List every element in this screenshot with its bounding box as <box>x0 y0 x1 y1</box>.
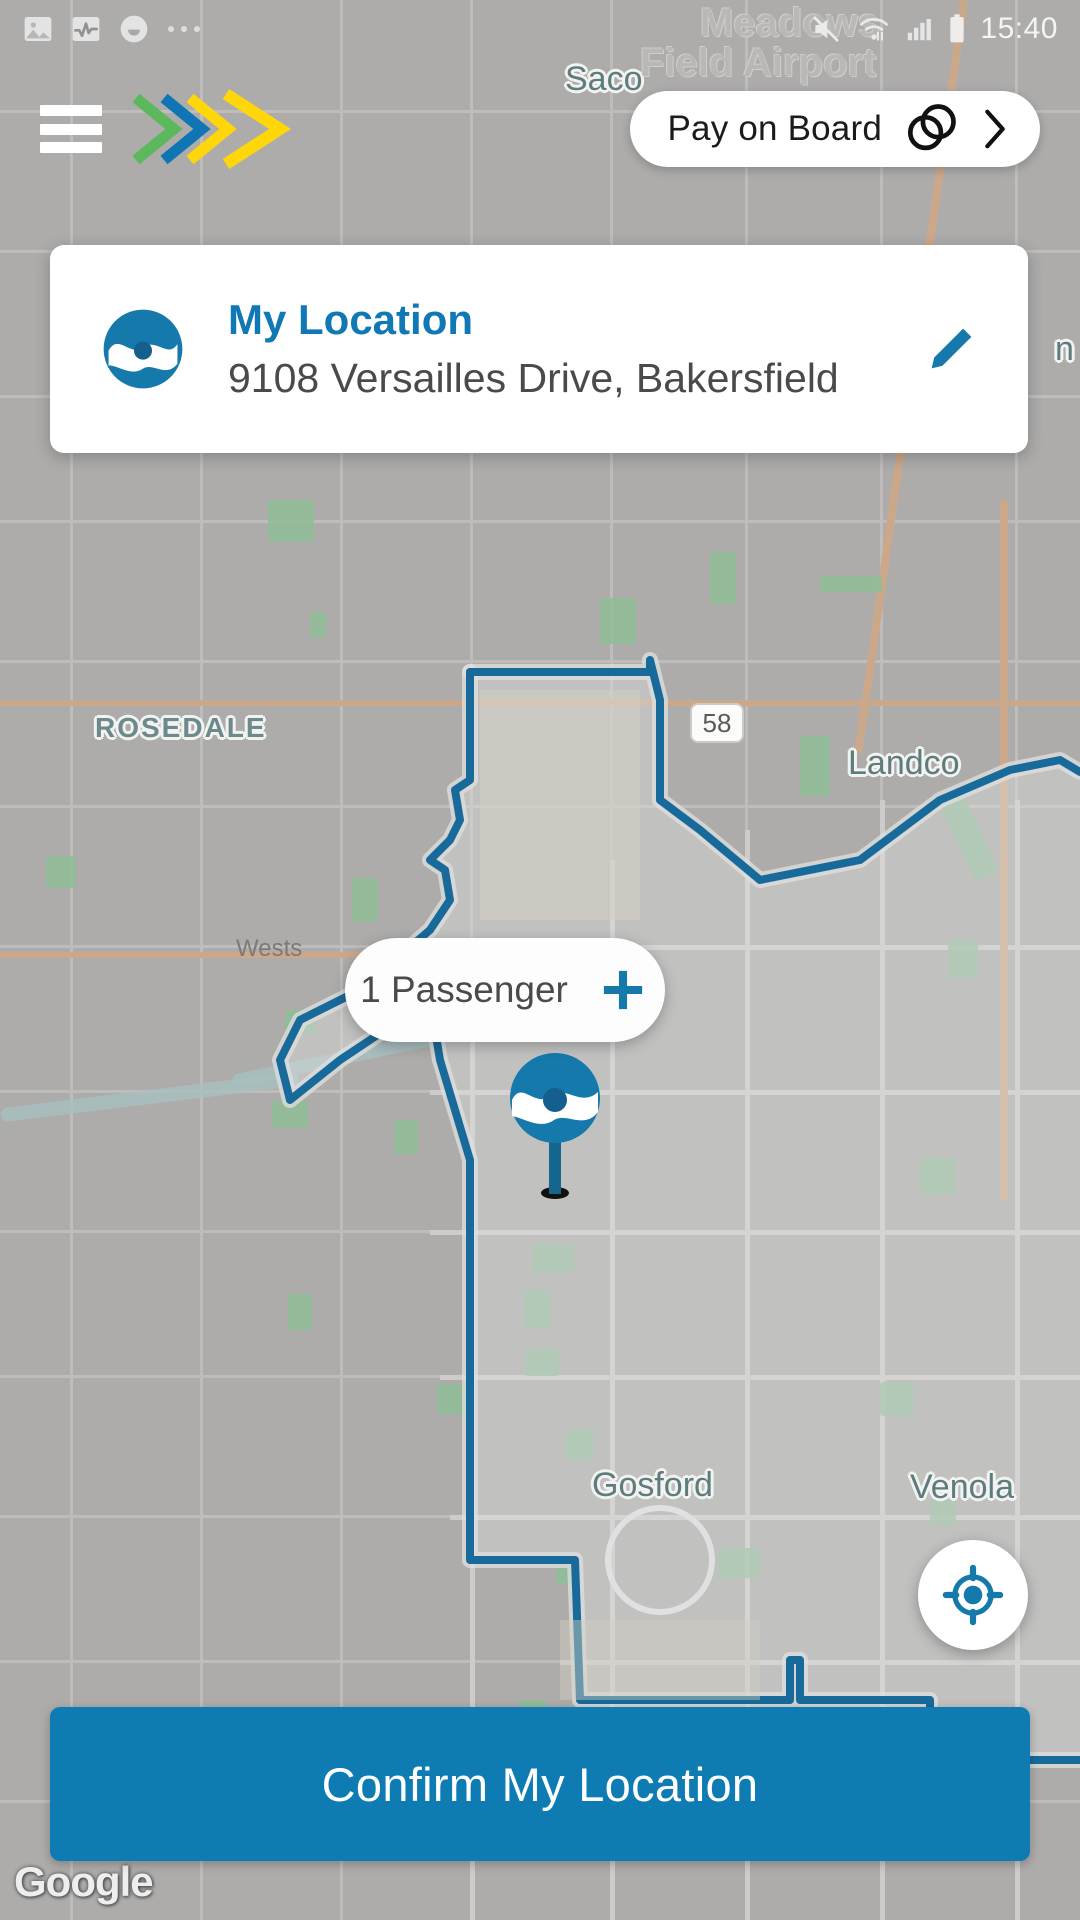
chevron-brand-logo <box>130 84 310 174</box>
my-location-card[interactable]: My Location 9108 Versailles Drive, Baker… <box>50 245 1028 453</box>
status-bar-clock: 15:40 <box>980 12 1058 45</box>
pencil-edit-icon[interactable] <box>920 318 982 380</box>
app-top-bar: Pay on Board <box>0 74 1080 184</box>
passenger-count-selector[interactable]: 1 Passenger <box>345 938 665 1042</box>
hamburger-menu-icon[interactable] <box>40 105 102 153</box>
map-label: Venola <box>910 1468 1014 1506</box>
confirm-my-location-button[interactable]: Confirm My Location <box>50 1707 1030 1861</box>
volume-mute-icon <box>813 16 840 42</box>
more-dots-icon <box>168 26 200 32</box>
battery-icon <box>950 14 965 43</box>
passenger-count-label: 1 Passenger <box>360 969 568 1010</box>
smiley-icon <box>120 15 148 43</box>
location-card-address: 9108 Versailles Drive, Bakersfield <box>228 354 839 401</box>
status-bar: 15:40 <box>0 0 1080 58</box>
map-label: n <box>1055 330 1074 368</box>
status-bar-notifications <box>22 13 202 45</box>
my-location-button[interactable] <box>918 1540 1028 1650</box>
location-brand-icon <box>103 309 183 389</box>
wifi-icon <box>860 18 889 41</box>
location-card-title: My Location <box>228 296 474 344</box>
location-brand-pin-icon[interactable] <box>500 1050 610 1200</box>
highway-shield: 58 <box>690 703 744 743</box>
map-label: Landco <box>848 744 960 782</box>
activity-icon <box>72 17 100 41</box>
chevron-right-icon <box>985 109 1005 149</box>
coins-icon <box>907 104 956 151</box>
my-location-crosshair-icon <box>942 1564 1004 1626</box>
map-label: ROSEDALE <box>95 712 267 743</box>
map-label: Wests <box>236 935 303 962</box>
pay-on-board-label: Pay on Board <box>667 109 882 148</box>
map-label: Gosford <box>592 1466 713 1504</box>
plus-icon[interactable] <box>596 963 650 1017</box>
google-attribution: Google <box>14 1858 154 1905</box>
status-bar-system: 15:40 <box>808 12 1058 46</box>
location-card-texts: My Location 9108 Versailles Drive, Baker… <box>228 296 920 401</box>
signal-bars-icon <box>908 19 932 41</box>
image-icon <box>24 17 52 41</box>
pay-on-board-button[interactable]: Pay on Board <box>629 91 1040 167</box>
